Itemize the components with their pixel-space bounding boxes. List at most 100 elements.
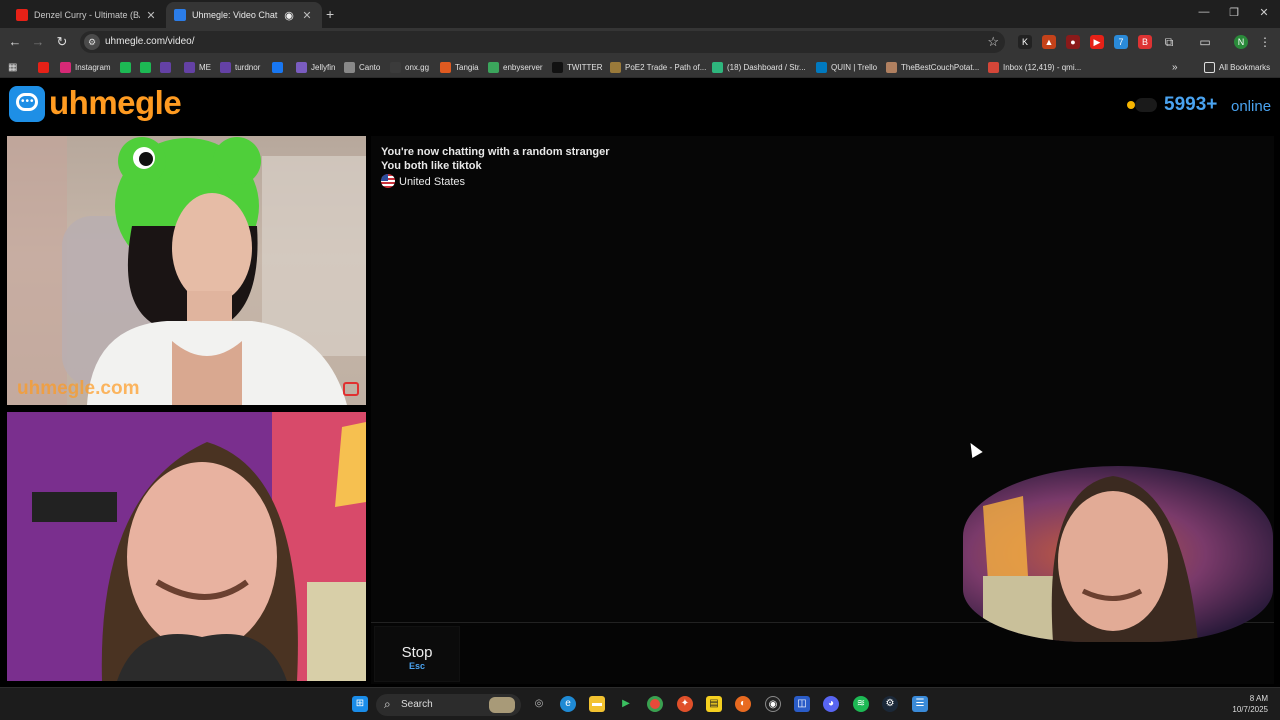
edge-icon[interactable]: e — [560, 696, 576, 712]
report-flag-icon[interactable] — [343, 382, 359, 396]
app-orange-icon[interactable]: ✦ — [677, 696, 693, 712]
clock-time: 8 AM — [1249, 694, 1268, 703]
bookmark-label: ME — [199, 62, 211, 72]
bookmark-item[interactable]: TheBestCouchPotat... — [886, 60, 979, 74]
chat-dots: ••• — [21, 96, 35, 107]
spotify-icon[interactable]: ≋ — [853, 696, 869, 712]
bookmark-star-icon[interactable]: ☆ — [987, 34, 999, 50]
close-tab-icon[interactable]: ✕ — [300, 9, 314, 22]
app-blue-icon[interactable]: ◫ — [794, 696, 810, 712]
minimize-button[interactable]: — — [1194, 6, 1214, 18]
search-icon: ⌕ — [384, 697, 391, 711]
site-info-icon[interactable]: ⚙ — [84, 34, 100, 50]
extension-bttv-icon[interactable]: B — [1138, 35, 1152, 49]
obs-icon[interactable]: ◉ — [765, 696, 781, 712]
notepad-icon[interactable]: ☰ — [912, 696, 928, 712]
bookmark-item[interactable]: onx.gg — [390, 60, 429, 74]
bookmark-favicon-icon — [440, 61, 451, 73]
system-clock[interactable]: 8 AM 10/7/2025 — [1232, 693, 1268, 715]
message-input[interactable] — [464, 626, 964, 682]
discord-icon[interactable]: ◕ — [823, 696, 839, 712]
window-close-button[interactable]: ✕ — [1254, 6, 1274, 19]
bookmark-item[interactable]: (18) Dashboard / Str... — [712, 60, 806, 74]
bookmark-favicon-icon — [272, 61, 283, 73]
bookmark-favicon-icon — [816, 61, 827, 73]
video-watermark: uhmegle.com — [17, 378, 140, 399]
forward-button[interactable]: → — [29, 33, 47, 51]
all-bookmarks-label: All Bookmarks — [1219, 62, 1271, 72]
bookmark-label: Instagram — [75, 62, 111, 72]
bookmark-item[interactable]: ME — [184, 60, 211, 74]
extension-youtube-icon[interactable]: ▶ — [1090, 35, 1104, 49]
theme-toggle-sun-icon[interactable] — [1127, 101, 1135, 109]
more-menu-icon[interactable]: ⋮ — [1258, 35, 1272, 49]
address-bar[interactable]: ⚙ uhmegle.com/video/ ☆ — [80, 31, 1005, 53]
bookmark-item[interactable]: Instagram — [60, 60, 111, 74]
bookmark-label: onx.gg — [405, 62, 430, 72]
bookmark-item[interactable]: Inbox (12,419) - qmi... — [988, 60, 1081, 74]
side-panel-icon[interactable]: ▭ — [1198, 35, 1212, 49]
taskbar: ⊞ ⌕ Search ◎ e ▬ ▶ ✦ ▤ ◐ ◉ ◫ ◕ ≋ ⚙ ☰ 8 A… — [0, 687, 1280, 720]
webcam-overlay-scene — [983, 476, 1198, 642]
stranger-video-scene — [7, 136, 366, 405]
chat-country: United States — [381, 174, 465, 188]
steam-icon[interactable]: ⚙ — [882, 696, 898, 712]
apps-grid-icon[interactable]: ▦ — [8, 60, 17, 74]
bookmark-favicon-icon — [344, 61, 355, 73]
bookmark-item[interactable]: enbyserver — [488, 60, 543, 74]
bookmark-item[interactable]: TWITTER — [552, 60, 603, 74]
self-video-scene — [7, 412, 366, 681]
bookmark-label: Inbox (12,419) - qmi... — [1003, 62, 1082, 72]
bookmark-favicon-icon — [886, 61, 897, 73]
extension-k-icon[interactable]: K — [1018, 35, 1032, 49]
taskbar-search[interactable]: ⌕ Search — [376, 694, 521, 716]
stop-button[interactable]: Stop Esc — [374, 626, 460, 682]
widgets-icon[interactable]: ◎ — [531, 696, 547, 712]
extensions-puzzle-icon[interactable]: ⧉ — [1162, 35, 1176, 49]
stop-label: Stop — [401, 644, 433, 661]
us-flag-icon — [381, 174, 395, 188]
bookmark-item[interactable]: turdnor — [220, 60, 260, 74]
bookmark-item[interactable]: Canto — [344, 60, 380, 74]
bookmark-label: TheBestCouchPotat... — [901, 62, 980, 72]
bookmark-item[interactable] — [140, 60, 155, 74]
bookmark-label: TWITTER — [567, 62, 603, 72]
extension-fox-icon[interactable]: ▲ — [1042, 35, 1056, 49]
firefox-icon[interactable]: ◐ — [735, 696, 751, 712]
back-button[interactable]: ← — [6, 33, 24, 51]
logo-chat-icon[interactable]: ••• — [9, 86, 45, 122]
bookmark-item[interactable] — [120, 60, 135, 74]
bookmark-item[interactable]: QUIN | Trello — [816, 60, 877, 74]
profile-avatar[interactable]: N — [1234, 35, 1248, 49]
bookmark-item[interactable] — [160, 60, 175, 74]
bookmark-item[interactable] — [38, 60, 53, 74]
bookmarks-bar: ▦ Instagram ME turdnor Jellyfin Canto onx.gg T… — [0, 56, 1280, 78]
stranger-video: uhmegle.com — [7, 136, 366, 405]
logo-text[interactable]: uhmegle — [49, 84, 182, 122]
sticky-notes-icon[interactable]: ▤ — [706, 696, 722, 712]
bookmark-item[interactable]: Tangia — [440, 60, 479, 74]
bookmark-favicon-icon — [140, 61, 151, 73]
more-bookmarks-icon[interactable]: » — [1172, 60, 1178, 74]
reload-button[interactable]: ↻ — [53, 33, 71, 51]
media-player-icon[interactable]: ▶ — [618, 696, 634, 712]
chrome-icon[interactable] — [647, 696, 663, 712]
windows-start-icon[interactable]: ⊞ — [352, 696, 368, 712]
bookmark-item[interactable] — [272, 60, 287, 74]
extension-red-icon[interactable]: ● — [1066, 35, 1080, 49]
all-bookmarks[interactable]: All Bookmarks — [1204, 60, 1270, 74]
bookmark-item[interactable]: Jellyfin — [296, 60, 335, 74]
tab-uhmegle[interactable]: Uhmegle: Video Chat | Om ◉ ✕ — [166, 2, 322, 28]
restore-button[interactable]: ❐ — [1224, 6, 1244, 19]
bookmark-label: enbyserver — [503, 62, 543, 72]
theme-toggle[interactable] — [1135, 98, 1157, 112]
extension-7tv-icon[interactable]: 7 — [1114, 35, 1128, 49]
bookmark-label: PoE2 Trade - Path of... — [625, 62, 707, 72]
tab-youtube[interactable]: Denzel Curry - Ultimate (BADB ✕ — [8, 2, 166, 28]
file-explorer-icon[interactable]: ▬ — [589, 696, 605, 712]
bookmark-item[interactable]: PoE2 Trade - Path of... — [610, 60, 706, 74]
tab-title: Uhmegle: Video Chat | Om — [192, 10, 278, 20]
close-tab-icon[interactable]: ✕ — [144, 9, 158, 22]
new-tab-button[interactable]: + — [326, 6, 334, 22]
youtube-icon — [16, 9, 28, 21]
